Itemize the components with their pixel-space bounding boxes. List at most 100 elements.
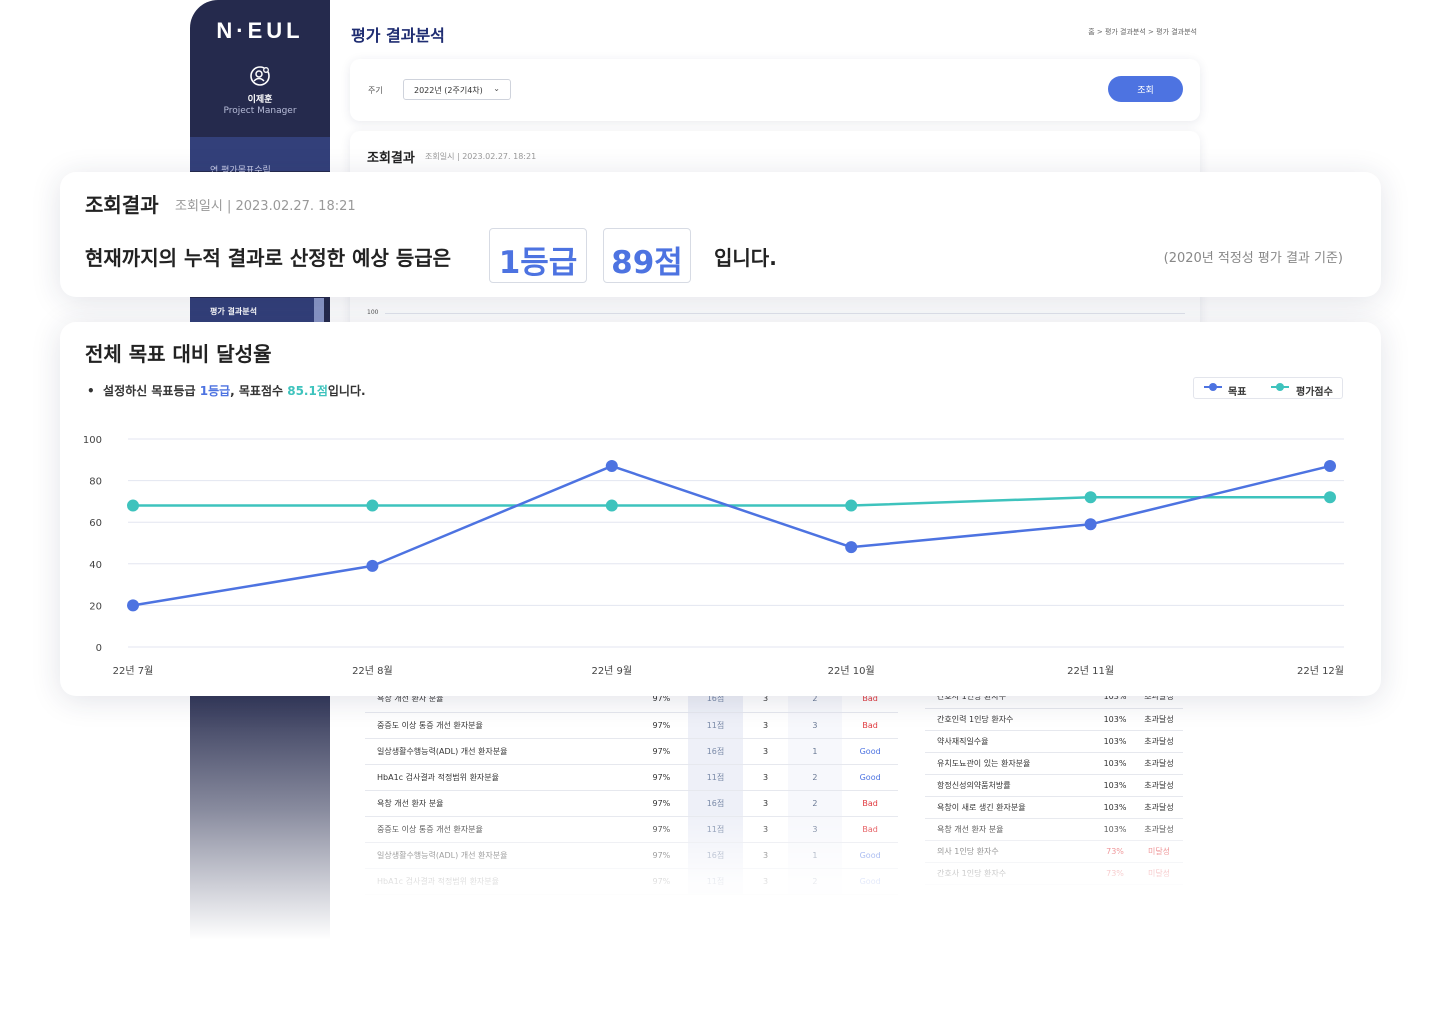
brand-logo: N·EUL bbox=[216, 18, 304, 43]
table-cell-st: Bad bbox=[842, 790, 898, 817]
table-cell-pt: 16점 bbox=[687, 738, 744, 765]
user-name: 이제훈 bbox=[247, 95, 273, 105]
table-cell-n1: 3 bbox=[743, 738, 788, 765]
table-cell-pct: 97% bbox=[635, 738, 688, 765]
data-point bbox=[366, 559, 379, 572]
table-row: HbA1c 검사결과 적정범위 환자분율 97% 11점 3 2 Good bbox=[365, 868, 898, 895]
y-tick-label: 20 bbox=[89, 601, 102, 612]
data-point bbox=[605, 460, 618, 473]
period-label: 주기 bbox=[368, 86, 383, 95]
table-row: 유치도뇨관이 있는 환자분율 103% 초과달성 bbox=[925, 752, 1183, 775]
background-result-datetime: 조회일시 | 2023.02.27. 18:21 bbox=[425, 152, 537, 161]
table-cell-name: 일상생활수행능력(ADL) 개선 환자분율 bbox=[365, 738, 636, 765]
table-cell-st: 초과달성 bbox=[1135, 730, 1183, 753]
expected-grade-badge: 1등급 bbox=[489, 228, 587, 283]
table-cell-name: 중증도 이상 통증 개선 환자분율 bbox=[365, 816, 636, 843]
table-cell-name: 간호인력 1인당 환자수 bbox=[925, 708, 1095, 731]
table-cell-n1: 3 bbox=[743, 816, 788, 843]
result-sentence: 현재까지의 누적 결과로 산정한 예상 등급은 bbox=[85, 246, 452, 270]
table-cell-pct: 97% bbox=[635, 868, 688, 895]
table-cell-name: 욕창이 새로 생긴 환자분율 bbox=[925, 796, 1095, 819]
y-tick-label: 80 bbox=[89, 477, 102, 488]
table-cell-n1: 3 bbox=[743, 764, 788, 791]
table-cell-pct: 97% bbox=[635, 712, 688, 739]
sidebar-item-label: 평가 결과분석 bbox=[210, 307, 257, 316]
result-title: 조회결과 bbox=[85, 193, 159, 217]
sidebar-item-result-analysis[interactable]: 평가 결과분석 bbox=[190, 298, 324, 322]
data-point bbox=[1084, 518, 1097, 531]
table-cell-name: 중증도 이상 통증 개선 환자분율 bbox=[365, 712, 636, 739]
table-cell-st: Good bbox=[842, 738, 898, 765]
data-point bbox=[366, 499, 379, 512]
table-cell-n1: 3 bbox=[743, 842, 788, 869]
data-point bbox=[845, 541, 858, 554]
table-cell-st: Bad bbox=[842, 712, 898, 739]
table-row: 약사재직일수율 103% 초과달성 bbox=[925, 730, 1183, 753]
table-cell-pct: 97% bbox=[635, 842, 688, 869]
x-tick-label: 22년 8월 bbox=[352, 665, 393, 677]
table-cell-name: 항정신성의약품처방률 bbox=[925, 774, 1095, 797]
filter-panel: 주기 2022년 (2주기4차) ⌄ 조회 bbox=[350, 59, 1200, 121]
table-cell-name: 일상생활수행능력(ADL) 개선 환자분율 bbox=[365, 842, 636, 869]
staffing-table: 간호사 1인당 환자수 103% 초과달성 간호인력 1인당 환자수 103% 초과달성 약… bbox=[925, 686, 1183, 885]
data-point bbox=[127, 499, 139, 512]
table-cell-n1: 3 bbox=[743, 790, 788, 817]
table-cell-st: 초과달성 bbox=[1135, 796, 1183, 819]
table-cell-n2: 2 bbox=[787, 790, 843, 817]
table-row: 간호사 1인당 환자수 73% 미달성 bbox=[925, 862, 1183, 885]
period-select[interactable]: 2022년 (2주기4차) ⌄ bbox=[403, 79, 511, 100]
table-cell-pt: 16점 bbox=[687, 842, 744, 869]
breadcrumb[interactable]: 홈 > 평가 결과분석 > 평가 결과분석 bbox=[1088, 27, 1197, 37]
user-icon bbox=[250, 66, 270, 86]
table-cell-n2: 1 bbox=[787, 738, 843, 765]
table-row: 일상생활수행능력(ADL) 개선 환자분율 97% 16점 3 1 Good bbox=[365, 738, 898, 765]
table-cell-name: 약사재직일수율 bbox=[925, 730, 1095, 753]
table-cell-name: HbA1c 검사결과 적정범위 환자분율 bbox=[365, 764, 636, 791]
table-cell-n1: 3 bbox=[743, 868, 788, 895]
table-cell-pct: 97% bbox=[635, 764, 688, 791]
result-summary-card: 조회결과 조회일시 | 2023.02.27. 18:21 현재까지의 누적 결… bbox=[60, 172, 1381, 297]
data-point bbox=[1324, 460, 1336, 473]
table-cell-st: 초과달성 bbox=[1135, 818, 1183, 841]
table-cell-pct: 103% bbox=[1095, 708, 1135, 731]
table-cell-name: 유치도뇨관이 있는 환자분율 bbox=[925, 752, 1095, 775]
table-cell-name: 욕창 개선 환자 분율 bbox=[365, 790, 636, 817]
table-cell-pct: 73% bbox=[1095, 862, 1135, 885]
result-suffix: 입니다. bbox=[714, 246, 777, 270]
search-button[interactable]: 조회 bbox=[1108, 76, 1183, 102]
data-point bbox=[845, 499, 858, 512]
table-cell-st: Good bbox=[842, 764, 898, 791]
table-cell-st: 초과달성 bbox=[1135, 774, 1183, 797]
data-point bbox=[605, 499, 618, 512]
table-cell-pt: 11점 bbox=[687, 816, 744, 843]
table-row: HbA1c 검사결과 적정범위 환자분율 97% 11점 3 2 Good bbox=[365, 764, 898, 791]
table-cell-n1: 3 bbox=[743, 712, 788, 739]
y-tick-label: 100 bbox=[83, 435, 102, 446]
result-datetime: 조회일시 | 2023.02.27. 18:21 bbox=[175, 199, 356, 214]
table-row: 의사 1인당 환자수 73% 미달성 bbox=[925, 840, 1183, 863]
background-axis-label: 100 bbox=[367, 309, 379, 316]
x-tick-label: 22년 12월 bbox=[1297, 665, 1344, 677]
expected-score-badge: 89점 bbox=[603, 228, 691, 283]
table-cell-pt: 11점 bbox=[687, 868, 744, 895]
y-tick-label: 40 bbox=[89, 560, 102, 571]
table-cell-pct: 97% bbox=[635, 816, 688, 843]
achievement-line-chart: 0 20 40 60 80 100 22년 7월 22년 8월 22년 9월 22년 10월 22년… bbox=[83, 435, 1344, 677]
table-cell-st: Good bbox=[842, 868, 898, 895]
sidebar-item-goal[interactable]: 연 평가목표수립 bbox=[190, 137, 330, 176]
table-cell-st: 미달성 bbox=[1135, 840, 1183, 863]
x-tick-label: 22년 11월 bbox=[1067, 665, 1114, 677]
table-cell-pt: 16점 bbox=[687, 790, 744, 817]
user-role: Project Manager bbox=[223, 106, 297, 116]
table-cell-pct: 73% bbox=[1095, 840, 1135, 863]
table-cell-pct: 103% bbox=[1095, 774, 1135, 797]
table-row: 욕창이 새로 생긴 환자분율 103% 초과달성 bbox=[925, 796, 1183, 819]
period-select-value: 2022년 (2주기4차) bbox=[414, 86, 483, 95]
table-cell-n2: 2 bbox=[787, 868, 843, 895]
table-row: 중증도 이상 통증 개선 환자분율 97% 11점 3 3 Bad bbox=[365, 816, 898, 843]
x-tick-label: 22년 9월 bbox=[591, 665, 632, 677]
table-row: 항정신성의약품처방률 103% 초과달성 bbox=[925, 774, 1183, 797]
table-cell-n2: 3 bbox=[787, 712, 843, 739]
table-cell-pt: 11점 bbox=[687, 712, 744, 739]
table-cell-pct: 103% bbox=[1095, 752, 1135, 775]
